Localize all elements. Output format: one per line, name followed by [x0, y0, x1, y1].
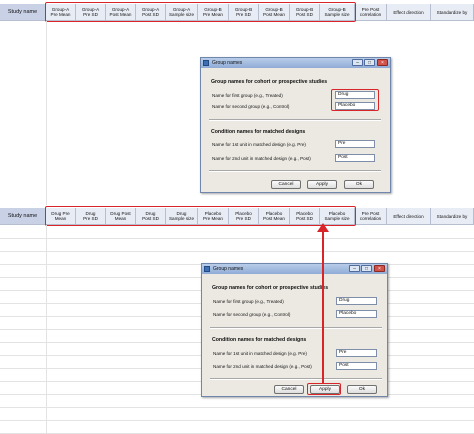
dialog-title: Group names: [212, 60, 243, 66]
separator: [209, 119, 381, 121]
app-icon: [203, 60, 209, 66]
unit1-input[interactable]: Pre: [335, 140, 375, 148]
separator: [209, 170, 381, 172]
top-columns-highlight: [45, 2, 356, 22]
maximize-icon[interactable]: □: [361, 265, 372, 272]
grid-divider: [46, 21, 47, 205]
app-icon: [204, 266, 210, 272]
second-group-label: Name for second group (e.g., Control): [213, 312, 291, 317]
unit1-label: Name for 1st unit in matched design (e.g…: [212, 142, 306, 147]
section-cohort-title: Group names for cohort or prospective st…: [211, 79, 328, 85]
maximize-icon[interactable]: □: [364, 59, 375, 66]
column-header[interactable]: Effect direction: [387, 208, 431, 224]
minimize-icon[interactable]: –: [349, 265, 360, 272]
unit1-input[interactable]: Pre: [336, 349, 377, 357]
bottom-columns-highlight: [45, 206, 356, 226]
separator: [210, 327, 382, 329]
ok-button[interactable]: Ok: [347, 385, 377, 394]
minimize-icon[interactable]: –: [352, 59, 363, 66]
cancel-button[interactable]: Cancel: [274, 385, 304, 394]
grid-divider: [46, 225, 47, 434]
second-group-label: Name for second group (e.g., Control): [212, 104, 290, 109]
section-matched-title: Condition names for matched designs: [212, 337, 307, 343]
apply-button[interactable]: Apply: [307, 180, 337, 189]
first-group-input[interactable]: Drug: [336, 297, 377, 305]
close-icon[interactable]: ×: [374, 265, 385, 272]
apply-button-highlight: [307, 383, 341, 395]
group-names-dialog-top[interactable]: Group names – □ × Group names for cohort…: [200, 57, 391, 193]
unit1-label: Name for 1st unit in matched design (e.g…: [213, 351, 307, 356]
dialog-title: Group names: [213, 266, 244, 272]
cancel-button[interactable]: Cancel: [271, 180, 301, 189]
column-header[interactable]: Effect direction: [387, 4, 431, 20]
second-group-input[interactable]: Placebo: [336, 310, 377, 318]
section-matched-title: Condition names for matched designs: [211, 129, 306, 135]
arrow-head-icon: [317, 223, 329, 232]
unit2-label: Name for 2nd unit in matched design (e.g…: [212, 156, 311, 161]
unit2-input[interactable]: Post: [336, 362, 377, 370]
grid-row-line: [0, 251, 474, 252]
first-group-label: Name for first group (e.g., Treated): [213, 299, 284, 304]
grid-row-line: [0, 420, 474, 421]
column-header[interactable]: Standardize by: [431, 208, 474, 224]
ok-button[interactable]: Ok: [344, 180, 374, 189]
study-name-header[interactable]: Study name: [0, 208, 46, 224]
group-names-dialog-bottom[interactable]: Group names – □ × Group names for cohort…: [201, 263, 388, 397]
grid-row-line: [0, 238, 474, 239]
column-header[interactable]: Pre Post correlation: [355, 4, 387, 20]
close-icon[interactable]: ×: [377, 59, 388, 66]
first-group-label: Name for first group (e.g., Treated): [212, 93, 283, 98]
column-header[interactable]: Standardize by: [431, 4, 474, 20]
study-name-header[interactable]: Study name: [0, 4, 46, 20]
grid-row-line: [0, 407, 474, 408]
top-dialog-fields-highlight: [331, 89, 379, 111]
unit2-input[interactable]: Post: [335, 154, 375, 162]
unit2-label: Name for 2nd unit in matched design (e.g…: [213, 364, 312, 369]
section-cohort-title: Group names for cohort or prospective st…: [212, 285, 329, 291]
separator: [210, 378, 382, 380]
arrow-shaft: [322, 229, 324, 384]
column-header[interactable]: Pre Post correlation: [355, 208, 387, 224]
